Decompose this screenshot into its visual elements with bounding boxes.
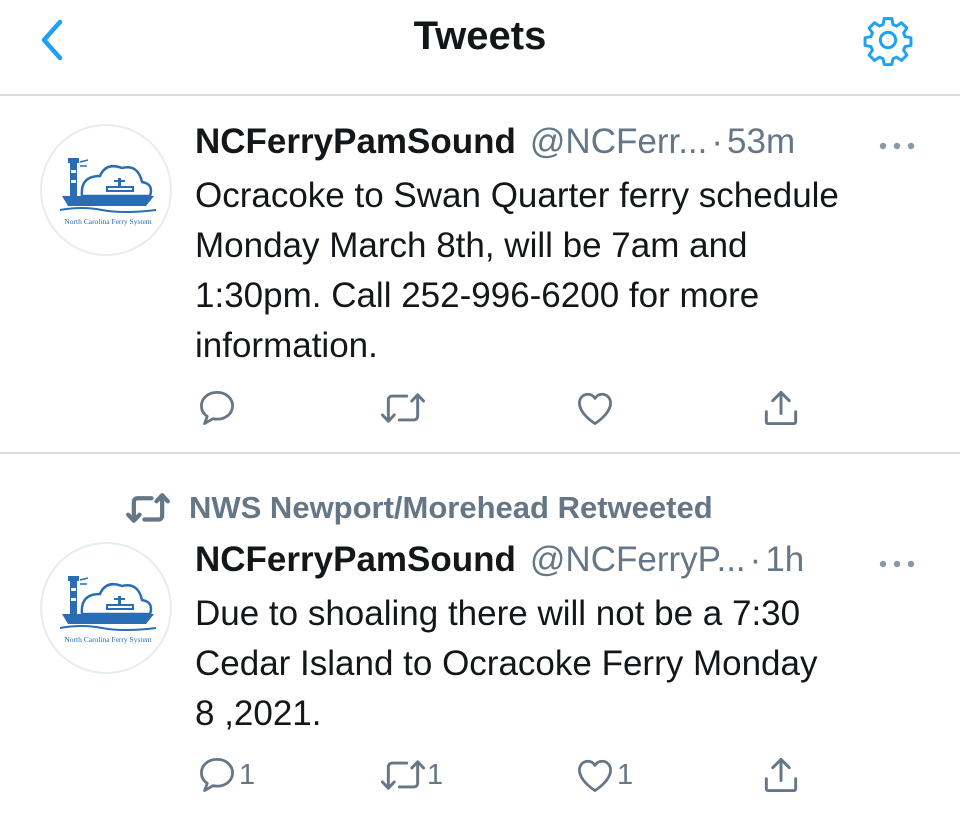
more-options-button[interactable] bbox=[874, 134, 920, 158]
page-title: Tweets bbox=[413, 14, 547, 58]
nav-header: Tweets bbox=[0, 0, 960, 96]
gear-icon bbox=[863, 17, 913, 66]
tweet-text: Due to shoaling there will not be a 7:30… bbox=[195, 594, 818, 733]
ferry-logo: North Carolina Ferry System bbox=[59, 576, 157, 644]
meta-separator: · bbox=[749, 540, 762, 579]
like-button[interactable]: 1 bbox=[573, 749, 633, 801]
reply-button[interactable] bbox=[195, 382, 239, 434]
share-button[interactable] bbox=[759, 382, 803, 434]
reply-button[interactable]: 1 bbox=[195, 749, 255, 801]
svg-text:North Carolina Ferry System: North Carolina Ferry System bbox=[64, 635, 151, 644]
tweet-meta: NCFerryPamSound @NCFerr... · 53m bbox=[195, 122, 920, 166]
heart-icon bbox=[578, 392, 612, 425]
reply-count: 1 bbox=[239, 758, 256, 791]
tweet-time: 53m bbox=[727, 122, 796, 161]
author-name[interactable]: NCFerryPamSound bbox=[195, 540, 516, 580]
retweet-count: 1 bbox=[427, 758, 444, 791]
more-options-button[interactable] bbox=[874, 552, 920, 576]
retweet-icon bbox=[381, 393, 425, 423]
retweet-icon bbox=[126, 493, 170, 523]
share-icon bbox=[764, 390, 798, 426]
retweeted-by-label: NWS Newport/Morehead Retweeted bbox=[189, 490, 713, 525]
meta-separator: · bbox=[711, 122, 724, 161]
like-count: 1 bbox=[617, 758, 634, 791]
like-button[interactable] bbox=[573, 382, 617, 434]
reply-icon bbox=[200, 758, 234, 792]
tweet-time: 1h bbox=[765, 540, 805, 579]
author-handle[interactable]: @NCFerr... bbox=[530, 122, 707, 162]
more-icon bbox=[879, 560, 915, 568]
tweet-actions: 1 1 1 bbox=[195, 749, 815, 801]
author-handle[interactable]: @NCFerryP... bbox=[530, 540, 746, 580]
retweeted-by-row[interactable]: NWS Newport/Morehead Retweeted bbox=[125, 486, 713, 530]
share-button[interactable] bbox=[759, 749, 803, 801]
avatar[interactable]: North Carolina Ferry System bbox=[40, 542, 172, 674]
author-name[interactable]: NCFerryPamSound bbox=[195, 122, 516, 162]
more-icon bbox=[879, 142, 915, 150]
tweet[interactable]: NWS Newport/Morehead Retweeted North Car… bbox=[0, 456, 960, 815]
tweet-text: Ocracoke to Swan Quarter ferry schedule … bbox=[195, 176, 839, 365]
reply-icon bbox=[200, 391, 234, 425]
svg-text:North Carolina Ferry System: North Carolina Ferry System bbox=[64, 217, 151, 226]
retweet-button[interactable]: 1 bbox=[379, 749, 443, 801]
share-icon bbox=[764, 757, 798, 793]
ferry-logo: North Carolina Ferry System bbox=[59, 158, 157, 226]
heart-icon bbox=[578, 759, 612, 792]
retweet-button[interactable] bbox=[379, 382, 427, 434]
tweet-actions bbox=[195, 382, 815, 434]
tweet[interactable]: North Carolina Ferry System NCFerryPamSo… bbox=[0, 98, 960, 454]
avatar[interactable]: North Carolina Ferry System bbox=[40, 124, 172, 256]
settings-button[interactable] bbox=[858, 14, 918, 66]
tweet-meta: NCFerryPamSound @NCFerryP... · 1h bbox=[195, 540, 920, 584]
retweet-icon bbox=[381, 760, 425, 790]
